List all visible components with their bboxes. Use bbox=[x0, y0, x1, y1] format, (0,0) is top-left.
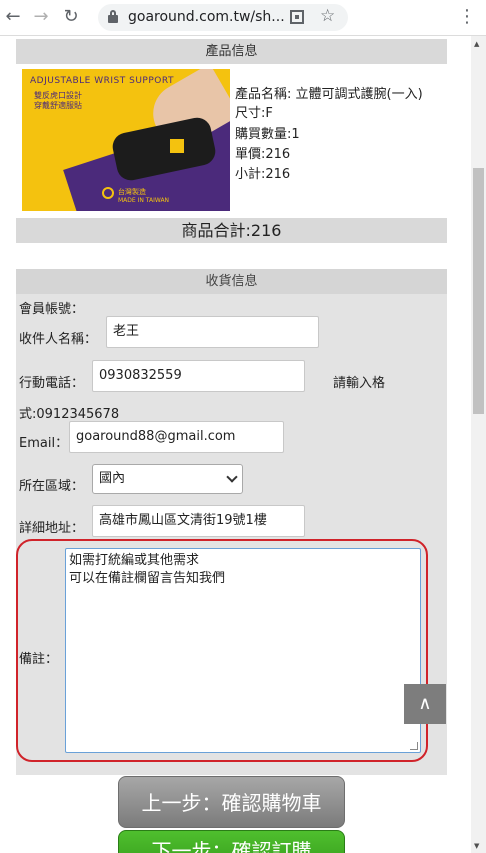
phone-format-example: 式:0912345678 bbox=[19, 407, 120, 422]
address-input[interactable]: 高雄市鳳山區文清街19號1樓 bbox=[92, 505, 305, 537]
back-arrow-icon[interactable]: ← bbox=[2, 6, 24, 28]
product-image[interactable]: ADJUSTABLE WRIST SUPPORT 雙反虎口設計 穿戴舒適服貼 台… bbox=[22, 69, 230, 211]
region-label: 所在區域： bbox=[19, 479, 85, 494]
email-input[interactable]: goaround88@gmail.com bbox=[69, 421, 284, 453]
notes-highlight-outline bbox=[16, 539, 428, 762]
product-section-header: 產品信息 bbox=[16, 39, 447, 64]
image-caption: MADE IN TAIWAN bbox=[118, 197, 170, 204]
qr-code-icon[interactable] bbox=[290, 10, 304, 24]
forward-arrow-icon[interactable]: → bbox=[30, 6, 52, 28]
product-total: 商品合計:216 bbox=[16, 218, 447, 243]
product-name: 產品名稱: 立體可調式護腕(一入) bbox=[235, 87, 423, 102]
chevron-down-icon bbox=[226, 471, 238, 483]
address-bar[interactable]: goaround.com.tw/sh... ☆ bbox=[98, 4, 348, 31]
product-subtotal: 小計:216 bbox=[235, 167, 291, 182]
lock-icon bbox=[108, 10, 118, 24]
image-caption: 台灣製造 bbox=[118, 188, 146, 196]
region-selected-value: 國內 bbox=[99, 471, 126, 486]
region-select[interactable]: 國內 bbox=[92, 464, 243, 494]
image-title-text: ADJUSTABLE WRIST SUPPORT bbox=[30, 76, 174, 86]
phone-format-hint: 請輸入格 bbox=[333, 376, 386, 391]
previous-step-button[interactable]: 上一步：確認購物車 bbox=[118, 776, 345, 828]
shipping-section-header: 收貨信息 bbox=[16, 269, 447, 294]
recipient-label: 收件人名稱： bbox=[19, 332, 98, 347]
kebab-menu-icon[interactable]: ⋮ bbox=[456, 6, 478, 28]
image-feature-text: 穿戴舒適服貼 bbox=[34, 101, 82, 110]
address-label: 詳細地址： bbox=[19, 521, 85, 536]
product-unit-price: 單價:216 bbox=[235, 147, 291, 162]
scrollbar-track[interactable] bbox=[471, 36, 486, 853]
browser-toolbar: ← → ↻ goaround.com.tw/sh... ☆ ⋮ bbox=[0, 0, 486, 36]
recipient-input[interactable]: 老王 bbox=[106, 316, 319, 348]
email-label: Email： bbox=[19, 436, 69, 451]
next-step-button[interactable]: 下一步：確認訂購 bbox=[118, 830, 345, 853]
phone-input[interactable]: 0930832559 bbox=[92, 360, 305, 392]
product-quantity: 購買數量:1 bbox=[235, 127, 300, 142]
member-account-label: 會員帳號： bbox=[19, 302, 85, 317]
reload-icon[interactable]: ↻ bbox=[60, 6, 82, 28]
scroll-up-arrow-icon[interactable]: ▲ bbox=[474, 40, 479, 48]
bookmark-star-icon[interactable]: ☆ bbox=[320, 6, 335, 26]
scrollbar-thumb[interactable] bbox=[473, 168, 484, 414]
scroll-down-arrow-icon[interactable]: ▼ bbox=[474, 842, 479, 850]
url-text[interactable]: goaround.com.tw/sh... bbox=[128, 9, 285, 25]
product-size: 尺寸:F bbox=[235, 106, 273, 121]
back-to-top-button[interactable]: ∧ bbox=[404, 684, 446, 724]
brand-logo-icon bbox=[102, 187, 114, 199]
phone-label: 行動電話： bbox=[19, 376, 85, 391]
